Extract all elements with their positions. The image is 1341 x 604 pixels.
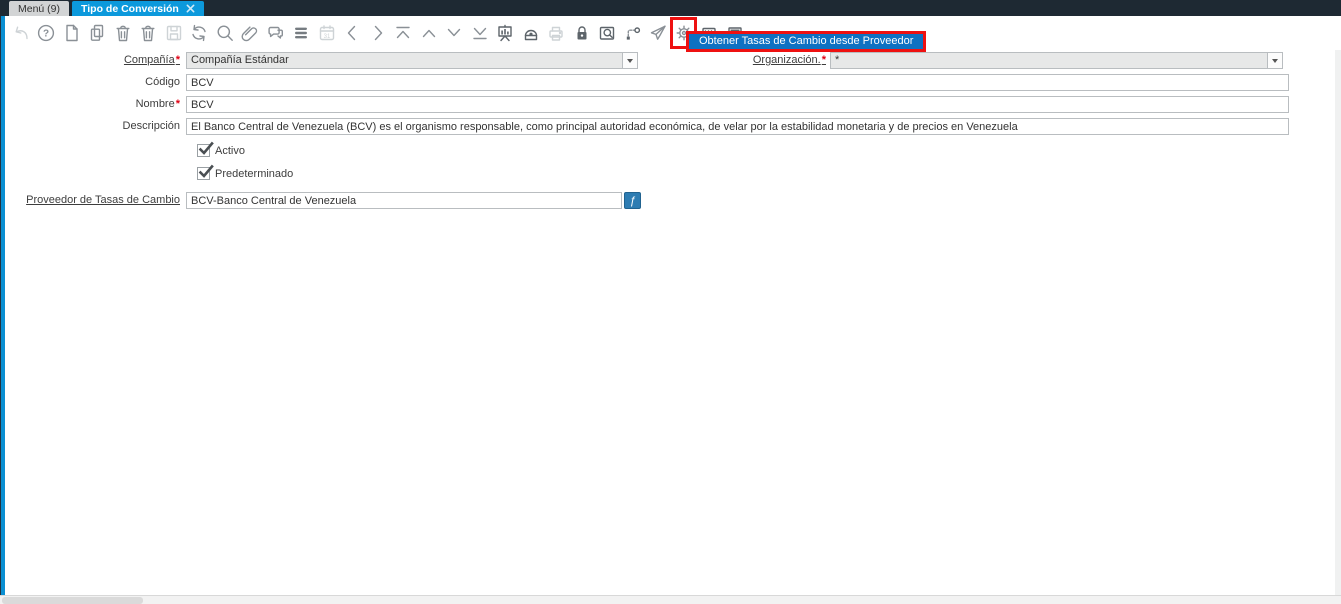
- horizontal-scrollbar-thumb[interactable]: [2, 597, 143, 604]
- row-descripcion: Descripción: [0, 118, 1341, 136]
- record-info-icon[interactable]: [597, 20, 618, 46]
- last-record-icon[interactable]: [469, 20, 490, 46]
- tab-menu-label: Menú (9): [18, 2, 61, 15]
- tab-menu[interactable]: Menú (9): [9, 1, 70, 16]
- report-icon[interactable]: [495, 20, 516, 46]
- workflow-icon[interactable]: [622, 20, 643, 46]
- proveedor-label[interactable]: Proveedor de Tasas de Cambio: [0, 194, 180, 206]
- delete-selection-icon[interactable]: [138, 20, 159, 46]
- predeterminado-label: Predeterminado: [215, 167, 294, 180]
- activo-checkbox[interactable]: [197, 141, 214, 157]
- required-mark: *: [175, 54, 180, 66]
- up-record-icon[interactable]: [418, 20, 439, 46]
- organizacion-combobox[interactable]: *: [830, 52, 1283, 69]
- predeterminado-checkbox[interactable]: [197, 164, 214, 180]
- organizacion-dropdown-icon[interactable]: [1267, 53, 1282, 68]
- west-panel-splitter[interactable]: [0, 16, 5, 595]
- descripcion-label: Descripción: [122, 120, 180, 132]
- application-window: Menú (9) Tipo de Conversión ? 31 Obtener…: [0, 0, 1341, 604]
- required-mark: *: [821, 54, 826, 66]
- lock-icon[interactable]: [571, 20, 592, 46]
- svg-text:31: 31: [323, 33, 330, 39]
- predeterminado-checkbox-row: Predeterminado: [197, 164, 294, 180]
- refresh-icon[interactable]: [189, 20, 210, 46]
- send-mail-icon[interactable]: [648, 20, 669, 46]
- activo-label: Activo: [215, 144, 245, 157]
- close-tab-icon[interactable]: [186, 4, 195, 13]
- row-compania-organizacion: Compañía* Compañía Estándar Organización…: [0, 52, 1341, 70]
- row-codigo: Código: [0, 74, 1341, 92]
- codigo-input[interactable]: [186, 74, 1289, 91]
- attachment-icon[interactable]: [240, 20, 261, 46]
- delete-record-icon[interactable]: [112, 20, 133, 46]
- process-gear-icon[interactable]: Obtener Tasas de Cambio desde Proveedor: [670, 16, 927, 52]
- compania-label[interactable]: Compañía*: [0, 54, 180, 66]
- print-icon[interactable]: [546, 20, 567, 46]
- next-record-icon[interactable]: [367, 20, 388, 46]
- row-nombre: Nombre*: [0, 96, 1341, 114]
- nombre-label: Nombre*: [135, 98, 180, 110]
- calendar-icon[interactable]: 31: [316, 20, 337, 46]
- row-proveedor: Proveedor de Tasas de Cambio ƒ: [0, 192, 1341, 210]
- process-tooltip[interactable]: Obtener Tasas de Cambio desde Proveedor: [686, 30, 927, 52]
- required-mark: *: [175, 98, 180, 110]
- zoom-glyph-icon: ƒ: [629, 194, 636, 207]
- first-record-icon[interactable]: [393, 20, 414, 46]
- chat-icon[interactable]: [265, 20, 286, 46]
- archive-icon[interactable]: [520, 20, 541, 46]
- organizacion-value: *: [831, 53, 1267, 68]
- tab-tipo-de-conversion-label: Tipo de Conversión: [81, 2, 179, 15]
- down-record-icon[interactable]: [444, 20, 465, 46]
- previous-record-icon[interactable]: [342, 20, 363, 46]
- new-record-icon[interactable]: [61, 20, 82, 46]
- codigo-label: Código: [145, 76, 180, 88]
- descripcion-input[interactable]: [186, 118, 1289, 135]
- menu-lines-icon[interactable]: [291, 20, 312, 46]
- tab-tipo-de-conversion[interactable]: Tipo de Conversión: [72, 1, 204, 16]
- organizacion-label[interactable]: Organización.*: [646, 54, 826, 66]
- toolbar: ? 31 Obtener Tasas de Cambio desde Prove…: [0, 16, 1341, 52]
- search-icon[interactable]: [214, 20, 235, 46]
- compania-combobox[interactable]: Compañía Estándar: [186, 52, 638, 69]
- help-icon[interactable]: ?: [36, 20, 57, 46]
- proveedor-zoom-button[interactable]: ƒ: [624, 192, 641, 209]
- save-icon[interactable]: [163, 20, 184, 46]
- activo-checkbox-row: Activo: [197, 141, 245, 157]
- undo-icon[interactable]: [10, 20, 31, 46]
- proveedor-input[interactable]: [186, 192, 622, 209]
- vertical-scrollbar[interactable]: [1335, 50, 1341, 595]
- compania-dropdown-icon[interactable]: [622, 53, 637, 68]
- svg-text:?: ?: [43, 28, 49, 39]
- nombre-input[interactable]: [186, 96, 1289, 113]
- copy-record-icon[interactable]: [87, 20, 108, 46]
- form-panel: Compañía* Compañía Estándar Organización…: [0, 49, 1341, 595]
- horizontal-scrollbar[interactable]: [0, 595, 1341, 604]
- compania-value: Compañía Estándar: [187, 53, 622, 68]
- tab-bar: Menú (9) Tipo de Conversión: [0, 0, 1341, 16]
